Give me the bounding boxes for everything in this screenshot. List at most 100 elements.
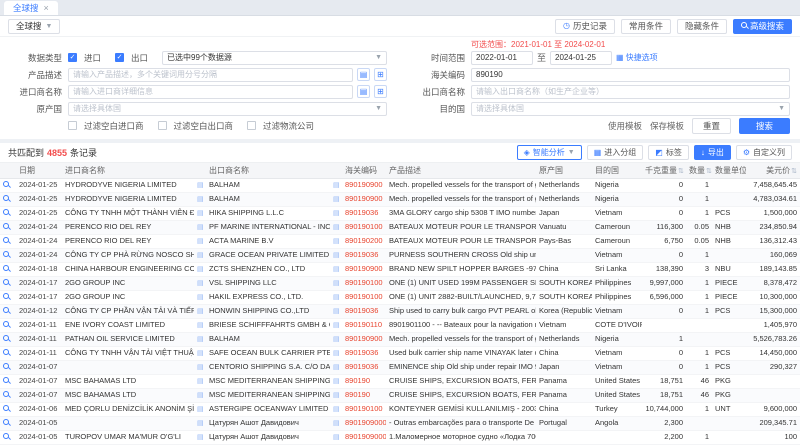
table-row[interactable]: 2024-01-06MED ÇORLU DENİZCİLİK ANONİM Şİ…	[0, 402, 800, 416]
module-select[interactable]: 全球搜 ▼	[8, 19, 60, 34]
common-conditions-button[interactable]: 常用条件	[621, 19, 671, 34]
history-button[interactable]: ◷ 历史记录	[555, 19, 615, 34]
row-detail-magnifier-icon[interactable]	[3, 403, 9, 415]
company-profile-icon[interactable]: ▤	[197, 364, 204, 371]
export-checkbox[interactable]: ✓	[115, 53, 124, 62]
company-profile-icon[interactable]: ▤	[333, 420, 340, 427]
exporter-input[interactable]	[471, 85, 790, 99]
table-row[interactable]: 2024-01-05TUROPOV UMAR MA'MUR O'G'LI▤Цат…	[0, 430, 800, 444]
cell-exporter[interactable]: HAKIL EXPRESS CO., LTD.	[206, 290, 330, 304]
table-row[interactable]: 2024-01-24PERENCO RIO DEL REY▤ACTA MARIN…	[0, 234, 800, 248]
company-profile-icon[interactable]: ▤	[197, 420, 204, 427]
company-profile-icon[interactable]: ▤	[333, 392, 340, 399]
table-row[interactable]: 2024-01-18CHINA HARBOUR ENGINEERING CO L…	[0, 262, 800, 276]
cell-importer[interactable]: PATHAN OIL SERVICE LIMITED	[62, 332, 194, 346]
origin-select[interactable]: 请选择具体国 ▼	[68, 102, 387, 116]
advanced-search-button[interactable]: 高级搜索	[733, 19, 792, 34]
cell-exporter[interactable]: BALHAM	[206, 192, 330, 206]
company-profile-icon[interactable]: ▤	[333, 350, 340, 357]
company-profile-icon[interactable]: ▤	[197, 238, 204, 245]
enter-group-button[interactable]: ▦ 进入分组	[587, 145, 644, 160]
use-template-button[interactable]: 使用模板	[608, 120, 642, 132]
cell-exporter[interactable]: ZCTS SHENZHEN CO., LTD	[206, 262, 330, 276]
company-profile-icon[interactable]: ▤	[333, 210, 340, 217]
table-row[interactable]: 2024-01-25CÔNG TY TNHH MỘT THÀNH VIÊN ĐÓ…	[0, 206, 800, 220]
export-button[interactable]: ↓ 导出	[694, 145, 731, 160]
cell-exporter[interactable]: MSC MEDITERRANEAN SHIPPING CO...	[206, 388, 330, 402]
row-detail-magnifier-icon[interactable]	[3, 333, 9, 345]
company-profile-icon[interactable]: ▤	[197, 406, 204, 413]
company-profile-icon[interactable]: ▤	[197, 294, 204, 301]
tag-button[interactable]: ◩ 标签	[648, 145, 689, 160]
company-profile-icon[interactable]: ▤	[333, 196, 340, 203]
table-row[interactable]: 2024-01-11PATHAN OIL SERVICE LIMITED▤BAL…	[0, 332, 800, 346]
company-profile-icon[interactable]: ▤	[333, 238, 340, 245]
company-profile-icon[interactable]: ▤	[197, 308, 204, 315]
row-detail-magnifier-icon[interactable]	[3, 221, 9, 233]
table-row[interactable]: 2024-01-24PERENCO RIO DEL REY▤PF MARINE …	[0, 220, 800, 234]
batch-add-icon[interactable]: ▤	[357, 85, 370, 98]
row-detail-magnifier-icon[interactable]	[3, 207, 9, 219]
sort-icon[interactable]: ⇅	[791, 168, 797, 175]
row-detail-magnifier-icon[interactable]	[3, 375, 9, 387]
cell-importer[interactable]: PERENCO RIO DEL REY	[62, 220, 194, 234]
cell-exporter[interactable]: GRACE OCEAN PRIVATE LIMITED	[206, 248, 330, 262]
custom-columns-button[interactable]: ⚙ 自定义列	[736, 145, 792, 160]
hs-code-input[interactable]	[471, 68, 790, 82]
table-row[interactable]: 2024-01-07MSC BAHAMAS LTD▤MSC MEDITERRAN…	[0, 374, 800, 388]
cell-exporter[interactable]: MSC MEDITERRANEAN SHIPPING CO...	[206, 374, 330, 388]
cell-exporter[interactable]: ACTA MARINE B.V	[206, 234, 330, 248]
row-detail-magnifier-icon[interactable]	[3, 193, 9, 205]
cell-exporter[interactable]: CENTORIO SHIPPING S.A. C/O DAISCHI CHU	[206, 360, 330, 374]
cell-importer[interactable]: MSC BAHAMAS LTD	[62, 374, 194, 388]
cell-exporter[interactable]: PF MARINE INTERNATIONAL - INC	[206, 220, 330, 234]
company-profile-icon[interactable]: ▤	[197, 182, 204, 189]
cell-exporter[interactable]: HONWIN SHIPPING CO.,LTD	[206, 304, 330, 318]
col-weight[interactable]: 千克重量⇅	[642, 163, 686, 178]
company-profile-icon[interactable]: ▤	[197, 378, 204, 385]
date-from-input[interactable]	[471, 51, 533, 65]
row-detail-magnifier-icon[interactable]	[3, 347, 9, 359]
destination-select[interactable]: 请选择具体国 ▼	[471, 102, 790, 116]
cell-exporter[interactable]: HIKA SHIPPING L.L.C	[206, 206, 330, 220]
table-row[interactable]: 2024-01-11ENE IVORY COAST LIMITED▤BRIESE…	[0, 318, 800, 332]
close-icon[interactable]: ×	[44, 4, 49, 13]
company-profile-icon[interactable]: ▤	[333, 322, 340, 329]
table-row[interactable]: 2024-01-07MSC BAHAMAS LTD▤MSC MEDITERRAN…	[0, 388, 800, 402]
smart-analysis-button[interactable]: ◈ 智能分析 ▼	[517, 145, 582, 160]
row-detail-magnifier-icon[interactable]	[3, 291, 9, 303]
col-qty[interactable]: 数量⇅	[686, 163, 712, 178]
company-profile-icon[interactable]: ▤	[333, 336, 340, 343]
row-detail-magnifier-icon[interactable]	[3, 319, 9, 331]
cell-importer[interactable]: 2GO GROUP INC	[62, 290, 194, 304]
company-profile-icon[interactable]: ▤	[197, 350, 204, 357]
filter-logistics-checkbox[interactable]	[247, 121, 256, 130]
company-profile-icon[interactable]: ▤	[197, 392, 204, 399]
cell-importer[interactable]: HYDRODYVE NIGERIA LIMITED	[62, 192, 194, 206]
cell-importer[interactable]: TUROPOV UMAR MA'MUR O'G'LI	[62, 430, 194, 444]
company-profile-icon[interactable]: ▤	[333, 266, 340, 273]
cell-importer[interactable]: CÔNG TY TNHH VẬN TẢI VIỆT THUẬN	[62, 346, 194, 360]
table-row[interactable]: 2024-01-11CÔNG TY TNHH VẬN TẢI VIỆT THUẬ…	[0, 346, 800, 360]
table-row[interactable]: 2024-01-25HYDRODYVE NIGERIA LIMITED▤BALH…	[0, 192, 800, 206]
company-profile-icon[interactable]: ▤	[333, 294, 340, 301]
row-detail-magnifier-icon[interactable]	[3, 263, 9, 275]
company-profile-icon[interactable]: ▤	[197, 434, 204, 441]
cell-exporter[interactable]: ASTERGIPE OCEANWAY LIMITED	[206, 402, 330, 416]
save-template-button[interactable]: 保存模板	[650, 120, 684, 132]
company-profile-icon[interactable]: ▤	[333, 182, 340, 189]
company-profile-icon[interactable]: ▤	[197, 280, 204, 287]
hide-conditions-button[interactable]: 隐藏条件	[677, 19, 727, 34]
row-detail-magnifier-icon[interactable]	[3, 361, 9, 373]
cell-importer[interactable]: CÔNG TY CP PHÀ RỪNG NOSCO SHIPYARD	[62, 248, 194, 262]
search-button[interactable]: 搜索	[739, 118, 790, 134]
company-profile-icon[interactable]: ▤	[333, 224, 340, 231]
cell-exporter[interactable]: BALHAM	[206, 332, 330, 346]
sort-icon[interactable]: ⇅	[706, 168, 712, 175]
cell-exporter[interactable]: Цатурян Ашот Давидович	[206, 416, 330, 430]
row-detail-magnifier-icon[interactable]	[3, 235, 9, 247]
row-detail-magnifier-icon[interactable]	[3, 417, 9, 429]
cell-importer[interactable]	[62, 416, 194, 430]
data-source-select[interactable]: 已选中99个数据源 ▼	[162, 51, 387, 65]
table-row[interactable]: 2024-01-25HYDRODYVE NIGERIA LIMITED▤BALH…	[0, 178, 800, 192]
